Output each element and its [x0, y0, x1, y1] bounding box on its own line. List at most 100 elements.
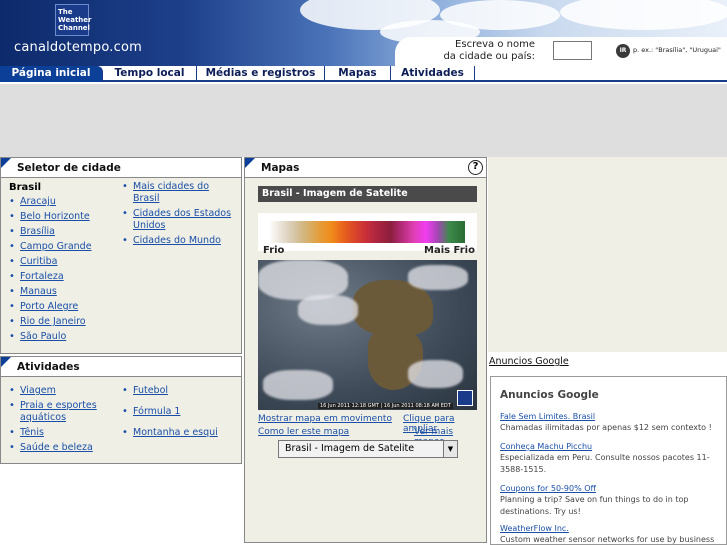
ad-item[interactable]: Conheça Machu Picchu Especializada em Pe… [500, 441, 720, 476]
country-label: Brasil [9, 182, 42, 193]
list-item: Manaus [9, 286, 109, 298]
google-ads-box: Anuncios Google Fale Sem Limites. Brasil… [490, 376, 727, 545]
more-cities-link[interactable]: Mais cidades do Brasil [133, 181, 209, 204]
panel-title: Atividades [17, 361, 80, 373]
city-link[interactable]: São Paulo [20, 331, 66, 342]
panel-corner-decoration [1, 357, 11, 367]
panel-header: Atividades [1, 357, 241, 377]
search-prompt-line: da cidade ou país: [443, 51, 535, 62]
more-cities-list: Mais cidades do Brasil Cidades dos Estad… [122, 181, 237, 250]
city-list: Aracaju Belo Horizonte Brasília Campo Gr… [9, 196, 109, 346]
ad-item[interactable]: Fale Sem Limites. Brasil Chamadas ilimit… [500, 411, 720, 434]
activities-list: Viagem Praia e esportes aquáticos Tênis … [9, 385, 109, 457]
search-prompt-line: Escreva o nome [455, 39, 535, 50]
ad-description: Chamadas ilimitadas por apenas $12 sem c… [500, 423, 712, 432]
animate-map-link[interactable]: Mostrar mapa em movimento [258, 414, 392, 424]
search-hint: p. ex.: "Brasília", "Uruguai" [633, 46, 721, 54]
more-cities-link[interactable]: Cidades dos Estados Unidos [133, 208, 231, 231]
map-timestamp: 16 Jun 2011 12:18 GMT | 16 Jun 2011 08:1… [318, 403, 453, 409]
tab-atividades[interactable]: Atividades [391, 66, 475, 82]
logo-text: Channel [58, 24, 90, 32]
maps-panel: Mapas ? Brasil - Imagem de Satelite Frio… [244, 157, 487, 543]
city-link[interactable]: Belo Horizonte [20, 211, 90, 222]
activity-link[interactable]: Futebol [133, 385, 168, 396]
tab-pagina-inicial[interactable]: Página inicial [0, 66, 103, 82]
list-item: Curitiba [9, 256, 109, 268]
activity-link[interactable]: Tênis [20, 427, 44, 438]
list-item: Rio de Janeiro [9, 316, 109, 328]
more-cities-link[interactable]: Cidades do Mundo [133, 235, 221, 246]
map-subtitle: Brasil - Imagem de Satelite [258, 186, 477, 202]
map-cloud [298, 295, 358, 325]
activities-list: Futebol Fórmula 1 Montanha e esqui [122, 385, 237, 442]
activity-link[interactable]: Montanha e esqui [133, 427, 218, 438]
list-item: Praia e esportes aquáticos [9, 400, 109, 424]
ad-placeholder [488, 157, 727, 352]
map-select-value: Brasil - Imagem de Satelite [285, 443, 415, 454]
tab-mapas[interactable]: Mapas [325, 66, 391, 82]
list-item: Futebol [122, 385, 237, 397]
ad-item[interactable]: WeatherFlow Inc. Custom weather sensor n… [500, 523, 720, 544]
legend-high-label: Mais Frio [424, 245, 475, 256]
city-link[interactable]: Curitiba [20, 256, 57, 267]
list-item: São Paulo [9, 331, 109, 343]
panel-corner-decoration [1, 158, 11, 168]
go-button[interactable]: IR [616, 44, 630, 58]
search-prompt: Escreva o nome da cidade ou país: [435, 39, 535, 63]
weather-channel-logo[interactable]: The Weather Channel [55, 4, 92, 36]
how-to-read-link[interactable]: Como ler este mapa [258, 427, 349, 437]
map-cloud [408, 265, 468, 290]
list-item: Tênis [9, 427, 109, 439]
city-link[interactable]: Porto Alegre [20, 301, 78, 312]
ad-title[interactable]: WeatherFlow Inc. [500, 523, 720, 534]
site-header: The Weather Channel canaldotempo.com Esc… [0, 0, 727, 66]
list-item: Campo Grande [9, 241, 109, 253]
activities-panel: Atividades Viagem Praia e esportes aquát… [0, 356, 242, 464]
panel-title: Seletor de cidade [17, 162, 121, 174]
list-item: Brasília [9, 226, 109, 238]
tab-tempo-local[interactable]: Tempo local [103, 66, 197, 82]
city-link[interactable]: Brasília [20, 226, 55, 237]
list-item: Porto Alegre [9, 301, 109, 313]
list-item: Montanha e esqui [122, 427, 237, 439]
city-selector-panel: Seletor de cidade Brasil Aracaju Belo Ho… [0, 157, 242, 354]
ad-description: Planning a trip? Save on fun things to d… [500, 495, 689, 516]
ad-description: Custom weather sensor networks for use b… [500, 535, 715, 544]
city-link[interactable]: Manaus [20, 286, 57, 297]
city-search-input[interactable] [553, 41, 592, 60]
city-link[interactable]: Rio de Janeiro [20, 316, 86, 327]
tab-medias-registros[interactable]: Médias e registros [197, 66, 325, 82]
city-link[interactable]: Fortaleza [20, 271, 64, 282]
ad-title[interactable]: Fale Sem Limites. Brasil [500, 411, 720, 422]
panel-header: Seletor de cidade [1, 158, 241, 178]
help-icon[interactable]: ? [468, 160, 483, 175]
city-link[interactable]: Campo Grande [20, 241, 92, 252]
activity-link[interactable]: Saúde e beleza [20, 442, 93, 453]
city-link[interactable]: Aracaju [20, 196, 56, 207]
ad-title[interactable]: Conheça Machu Picchu [500, 441, 720, 452]
activity-link[interactable]: Praia e esportes aquáticos [20, 400, 97, 423]
list-item: Mais cidades do Brasil [122, 181, 237, 205]
legend-low-label: Frio [263, 245, 285, 256]
satellite-map-image[interactable]: 16 Jun 2011 12:18 GMT | 16 Jun 2011 08:1… [258, 260, 477, 410]
ad-banner-area [0, 84, 727, 157]
ad-item[interactable]: Coupons for 50-90% Off Planning a trip? … [500, 483, 720, 518]
list-item: Cidades do Mundo [122, 235, 237, 247]
google-ads-link[interactable]: Anuncios Google [489, 356, 569, 367]
ads-title: Anuncios Google [500, 389, 599, 401]
list-item: Cidades dos Estados Unidos [122, 208, 237, 232]
ad-description: Especializada em Peru. Consulte nossos p… [500, 453, 710, 474]
activity-link[interactable]: Fórmula 1 [133, 406, 180, 417]
logo-text: Weather [58, 16, 92, 24]
activity-link[interactable]: Viagem [20, 385, 56, 396]
site-name[interactable]: canaldotempo.com [14, 40, 142, 55]
map-cloud [408, 360, 463, 388]
map-cloud [258, 260, 348, 300]
map-cloud [263, 370, 333, 400]
temperature-legend-bar [269, 221, 465, 243]
map-type-select[interactable]: Brasil - Imagem de Satelite ▼ [278, 440, 458, 458]
list-item: Fortaleza [9, 271, 109, 283]
list-item: Aracaju [9, 196, 109, 208]
ad-title[interactable]: Coupons for 50-90% Off [500, 483, 720, 494]
panel-title: Mapas [261, 162, 300, 174]
